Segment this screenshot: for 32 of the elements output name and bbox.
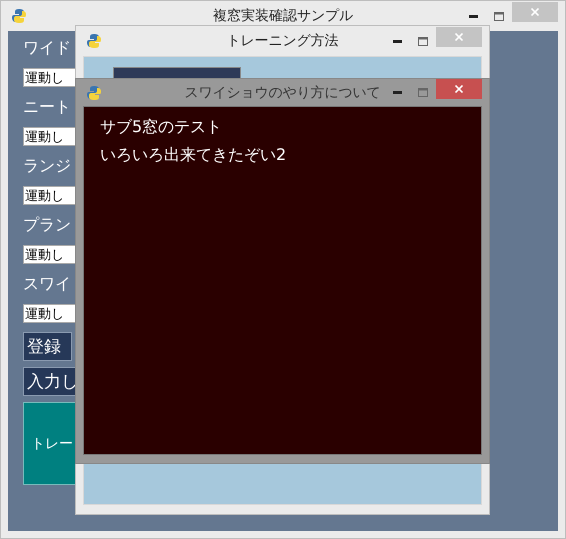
field-label: ランジ (23, 155, 72, 177)
minimize-icon (392, 91, 402, 94)
python-logo-icon (11, 8, 27, 24)
minimize-icon (468, 14, 478, 18)
form-button[interactable]: 登録 (23, 332, 72, 361)
python-logo-icon (86, 84, 102, 100)
window-title: 複窓実装確認サンプル (213, 7, 353, 25)
input-field[interactable]: 運動し (23, 245, 75, 264)
close-icon (455, 33, 463, 41)
topic-button[interactable] (113, 67, 241, 79)
close-button[interactable] (436, 78, 482, 98)
maximize-icon (494, 12, 504, 20)
field-label: スワイ (23, 273, 72, 295)
close-icon (455, 84, 463, 92)
field-label: ニート (23, 96, 72, 118)
maximize-icon (418, 88, 428, 97)
field-label: プラン (23, 214, 72, 236)
maximize-icon (418, 36, 428, 46)
window-title: トレーニング方法 (226, 32, 338, 50)
input-field[interactable]: 運動し (23, 68, 75, 87)
text-line: サブ5窓のテスト (100, 117, 224, 138)
window-title: スワイショウのやり方について (184, 84, 380, 102)
text-line: いろいろ出来てきたぞい2 (100, 145, 288, 166)
input-field[interactable]: 運動し (23, 186, 75, 205)
field-label: ワイド (23, 37, 72, 59)
close-icon (531, 8, 539, 16)
python-logo-icon (86, 33, 102, 49)
minimize-icon (392, 40, 402, 42)
input-field[interactable]: 運動し (23, 304, 75, 323)
input-field[interactable]: 運動し (23, 127, 75, 146)
training-button[interactable]: トレー (23, 402, 75, 485)
form-button[interactable]: 入力し (23, 367, 75, 396)
